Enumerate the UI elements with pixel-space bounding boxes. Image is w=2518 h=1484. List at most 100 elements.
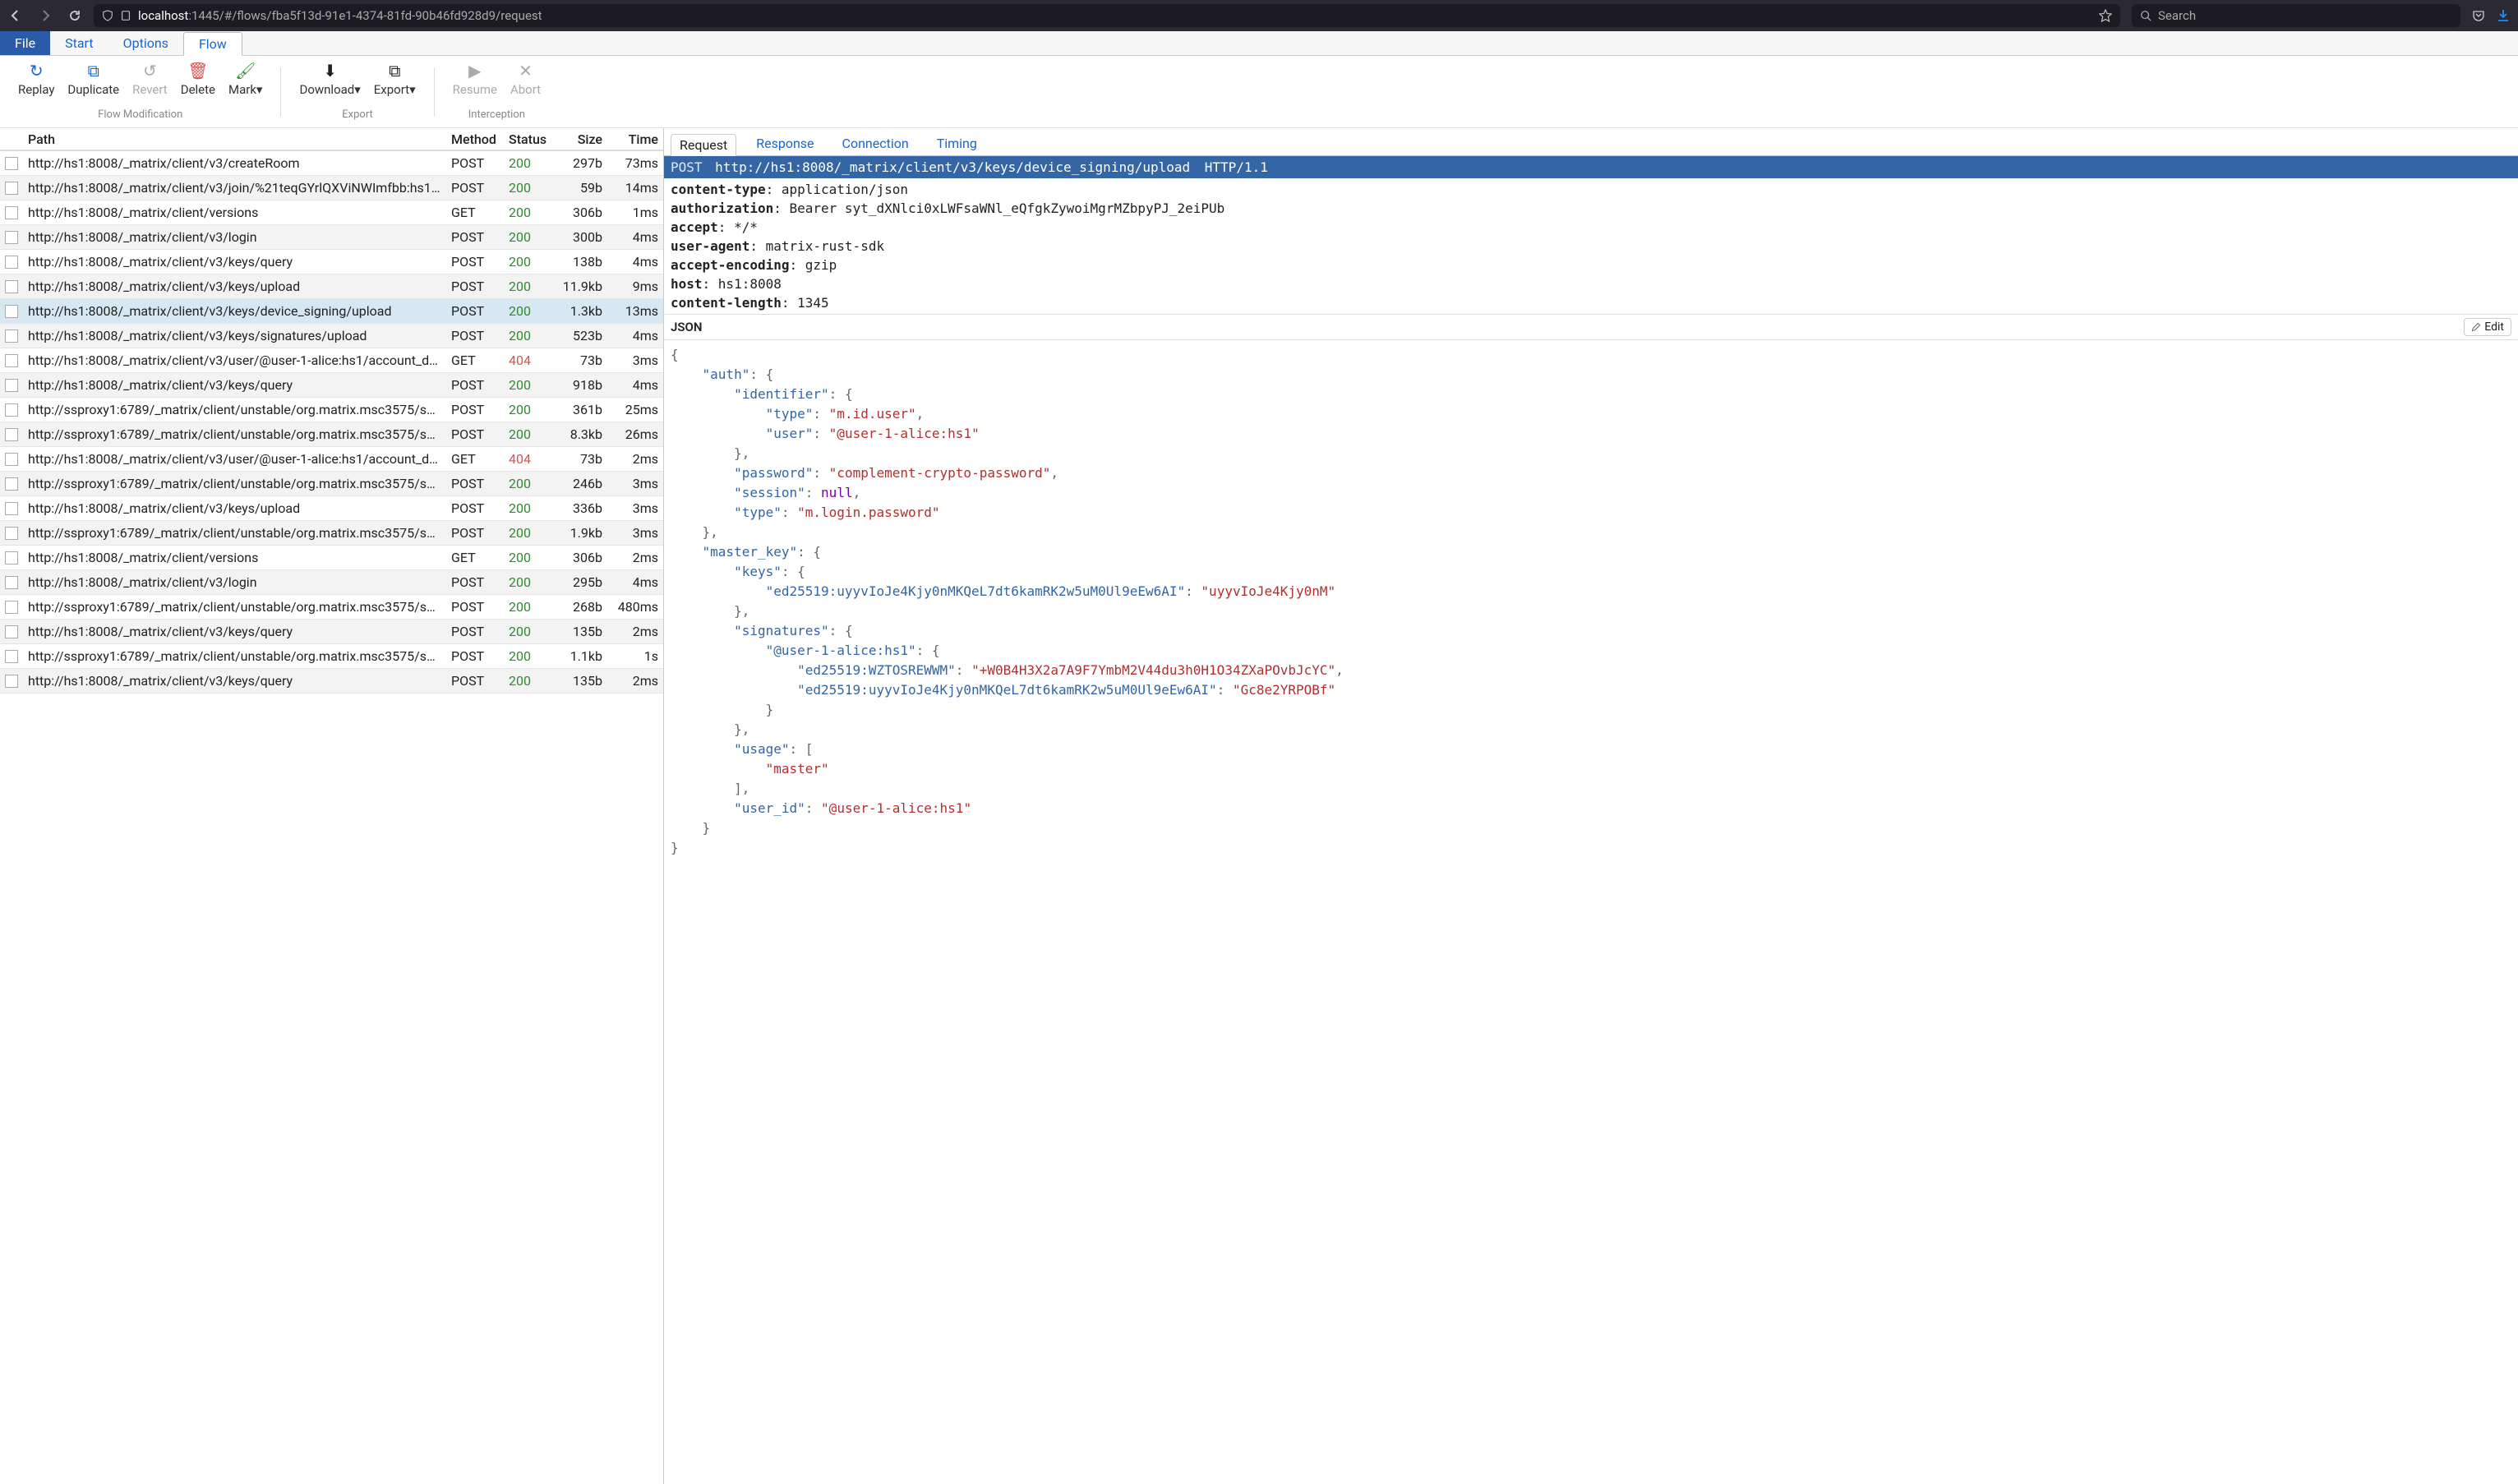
flow-row[interactable]: http://hs1:8008/_matrix/client/v3/create…: [0, 151, 663, 176]
col-size[interactable]: Size: [555, 128, 607, 150]
row-method: GET: [446, 546, 504, 569]
menu-options[interactable]: Options: [108, 31, 183, 55]
row-checkbox[interactable]: [5, 305, 18, 318]
detail-panel: Request Response Connection Timing POST …: [664, 128, 2518, 1484]
flow-row[interactable]: http://hs1:8008/_matrix/client/v3/keys/q…: [0, 373, 663, 398]
row-checkbox[interactable]: [5, 625, 18, 638]
row-path: http://hs1:8008/_matrix/client/v3/keys/q…: [23, 620, 446, 643]
header-row: authorization: Bearer syt_dXNlci0xLWFsaW…: [671, 199, 2511, 218]
row-status: 200: [504, 201, 555, 224]
row-path: http://hs1:8008/_matrix/client/versions: [23, 546, 446, 569]
row-size: 1.9kb: [555, 522, 607, 544]
row-method: POST: [446, 177, 504, 199]
flow-row[interactable]: http://hs1:8008/_matrix/client/v3/keys/q…: [0, 669, 663, 694]
row-size: 300b: [555, 226, 607, 248]
menu-file[interactable]: File: [0, 31, 50, 55]
export-button[interactable]: ⧉ Export▾: [367, 61, 422, 97]
flow-row[interactable]: http://hs1:8008/_matrix/client/v3/keys/q…: [0, 250, 663, 274]
bookmark-button[interactable]: [2099, 9, 2112, 22]
row-time: 1s: [607, 645, 663, 667]
delete-label: Delete: [181, 82, 215, 97]
tab-request[interactable]: Request: [671, 134, 736, 156]
row-checkbox[interactable]: [5, 502, 18, 515]
row-checkbox[interactable]: [5, 601, 18, 614]
flow-row[interactable]: http://hs1:8008/_matrix/client/v3/keys/q…: [0, 620, 663, 644]
url-bar[interactable]: localhost:1445/#/flows/fba5f13d-91e1-437…: [94, 4, 2120, 27]
search-bar[interactable]: Search: [2132, 4, 2460, 27]
flow-row[interactable]: http://hs1:8008/_matrix/client/v3/keys/s…: [0, 324, 663, 348]
tab-connection[interactable]: Connection: [834, 133, 917, 155]
flow-row[interactable]: http://ssproxy1:6789/_matrix/client/unst…: [0, 422, 663, 447]
row-checkbox[interactable]: [5, 428, 18, 441]
flow-row[interactable]: http://hs1:8008/_matrix/client/versionsG…: [0, 546, 663, 570]
flow-row[interactable]: http://ssproxy1:6789/_matrix/client/unst…: [0, 521, 663, 546]
row-checkbox[interactable]: [5, 206, 18, 219]
row-checkbox[interactable]: [5, 330, 18, 343]
row-checkbox[interactable]: [5, 354, 18, 367]
row-size: 73b: [555, 349, 607, 371]
row-checkbox[interactable]: [5, 527, 18, 540]
col-status[interactable]: Status: [504, 128, 555, 150]
resume-button[interactable]: ▶ Resume: [446, 61, 504, 97]
row-checkbox[interactable]: [5, 157, 18, 170]
header-row: content-type: application/json: [671, 180, 2511, 199]
row-checkbox[interactable]: [5, 650, 18, 663]
flow-row[interactable]: http://hs1:8008/_matrix/client/v3/loginP…: [0, 570, 663, 595]
detail-tabs: Request Response Connection Timing: [664, 128, 2518, 156]
flow-row[interactable]: http://hs1:8008/_matrix/client/v3/user/@…: [0, 447, 663, 472]
row-checkbox[interactable]: [5, 379, 18, 392]
flow-row[interactable]: http://hs1:8008/_matrix/client/v3/keys/d…: [0, 299, 663, 324]
delete-button[interactable]: 🗑 Delete: [174, 61, 222, 97]
row-checkbox[interactable]: [5, 182, 18, 195]
row-time: 3ms: [607, 472, 663, 495]
abort-button[interactable]: ✕ Abort: [504, 61, 547, 97]
row-checkbox[interactable]: [5, 551, 18, 565]
flow-row[interactable]: http://hs1:8008/_matrix/client/v3/keys/u…: [0, 496, 663, 521]
menu-start[interactable]: Start: [50, 31, 108, 55]
flow-row[interactable]: http://hs1:8008/_matrix/client/v3/loginP…: [0, 225, 663, 250]
row-checkbox[interactable]: [5, 403, 18, 417]
row-status: 200: [504, 423, 555, 445]
replay-button[interactable]: ↻ Replay: [12, 61, 61, 97]
row-checkbox[interactable]: [5, 256, 18, 269]
row-checkbox[interactable]: [5, 675, 18, 688]
row-time: 4ms: [607, 374, 663, 396]
flow-row[interactable]: http://ssproxy1:6789/_matrix/client/unst…: [0, 595, 663, 620]
row-size: 268b: [555, 596, 607, 618]
row-checkbox[interactable]: [5, 477, 18, 491]
revert-button[interactable]: ↺ Revert: [126, 61, 174, 97]
flow-row[interactable]: http://hs1:8008/_matrix/client/v3/user/@…: [0, 348, 663, 373]
menu-flow[interactable]: Flow: [183, 32, 242, 56]
row-path: http://hs1:8008/_matrix/client/v3/keys/q…: [23, 670, 446, 692]
abort-label: Abort: [510, 82, 541, 97]
col-time[interactable]: Time: [607, 128, 663, 150]
flow-row[interactable]: http://hs1:8008/_matrix/client/v3/join/%…: [0, 176, 663, 200]
flow-row[interactable]: http://hs1:8008/_matrix/client/versionsG…: [0, 200, 663, 225]
reload-button[interactable]: [67, 8, 82, 23]
flow-row[interactable]: http://hs1:8008/_matrix/client/v3/keys/u…: [0, 274, 663, 299]
downloads-button[interactable]: [2497, 9, 2510, 22]
pocket-button[interactable]: [2472, 9, 2485, 22]
row-checkbox[interactable]: [5, 280, 18, 293]
row-checkbox[interactable]: [5, 453, 18, 466]
flow-row[interactable]: http://ssproxy1:6789/_matrix/client/unst…: [0, 472, 663, 496]
col-path[interactable]: Path: [23, 128, 446, 150]
forward-button[interactable]: [38, 8, 53, 23]
trash-icon: 🗑: [187, 61, 208, 81]
edit-json-button[interactable]: Edit: [2464, 318, 2511, 336]
tab-response[interactable]: Response: [748, 133, 822, 155]
col-method[interactable]: Method: [446, 128, 504, 150]
flow-row[interactable]: http://ssproxy1:6789/_matrix/client/unst…: [0, 398, 663, 422]
row-checkbox[interactable]: [5, 231, 18, 244]
duplicate-button[interactable]: ⧉ Duplicate: [61, 61, 126, 97]
row-time: 73ms: [607, 152, 663, 174]
row-method: POST: [446, 645, 504, 667]
download-button[interactable]: ⬇ Download▾: [293, 61, 367, 97]
tab-timing[interactable]: Timing: [929, 133, 985, 155]
back-button[interactable]: [8, 8, 23, 23]
json-body[interactable]: { "auth": { "identifier": { "type": "m.i…: [664, 340, 2518, 1484]
flow-list-body[interactable]: http://hs1:8008/_matrix/client/v3/create…: [0, 151, 663, 1484]
flow-row[interactable]: http://ssproxy1:6789/_matrix/client/unst…: [0, 644, 663, 669]
mark-button[interactable]: 🖌 Mark▾: [222, 61, 269, 97]
row-checkbox[interactable]: [5, 576, 18, 589]
